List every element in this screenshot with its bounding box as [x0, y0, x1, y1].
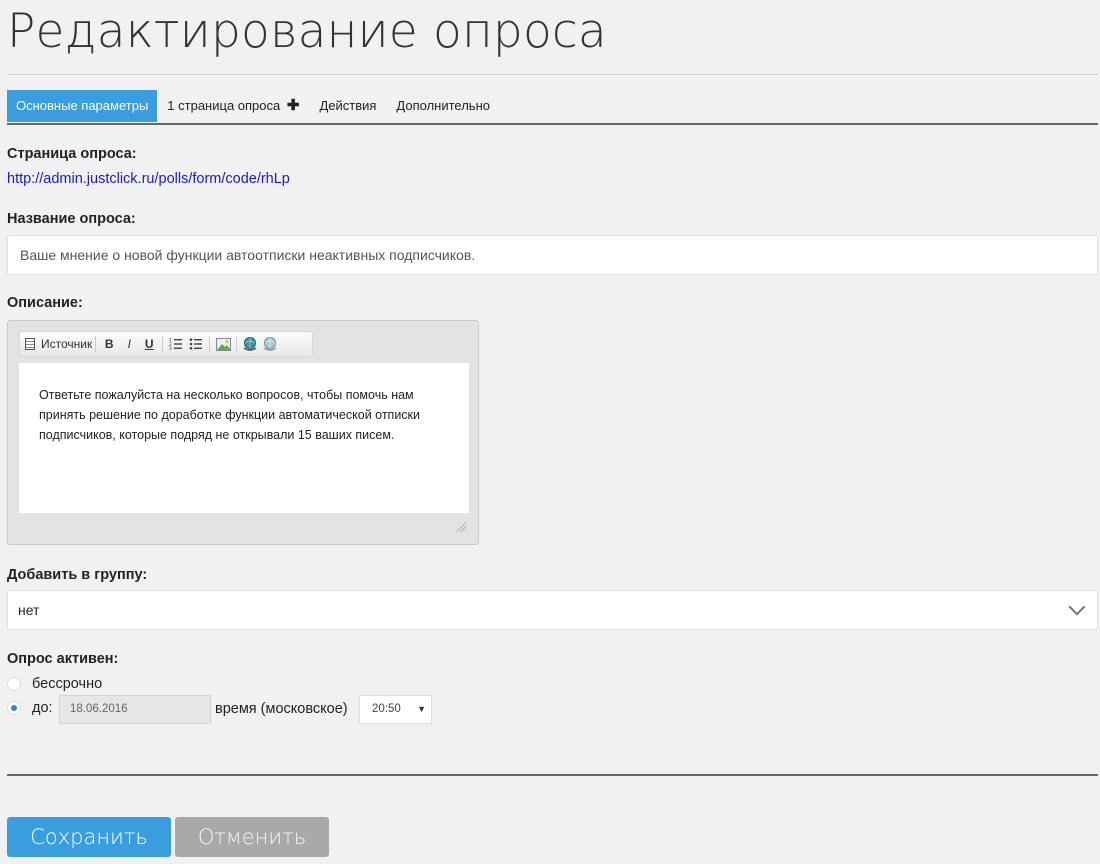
tab-additional[interactable]: Дополнительно: [386, 90, 500, 122]
source-button-label: Источник: [41, 337, 93, 351]
tab-additional-label: Дополнительно: [396, 98, 490, 113]
editor-toolbar: Источник B I U 123: [19, 331, 313, 357]
time-select-value: 20:50: [372, 703, 401, 715]
poll-active-label: Опрос активен:: [7, 651, 119, 667]
group-label: Добавить в группу:: [7, 567, 148, 583]
unordered-list-icon[interactable]: [186, 334, 206, 354]
unlink-icon[interactable]: [260, 334, 280, 354]
source-button[interactable]: Источник: [25, 334, 92, 354]
toolbar-separator: [162, 336, 164, 352]
poll-name-label: Название опроса:: [7, 211, 136, 227]
svg-text:3: 3: [169, 346, 172, 351]
tab-main-params-label: Основные параметры: [16, 98, 149, 113]
tab-actions-label: Действия: [319, 98, 377, 113]
save-button[interactable]: Сохранить: [7, 817, 171, 857]
poll-page-label: Страница опроса:: [7, 146, 137, 162]
tab-poll-page-1-label: 1 страница опроса: [167, 98, 281, 113]
link-icon[interactable]: [240, 334, 260, 354]
poll-page-link[interactable]: http://admin.justclick.ru/polls/form/cod…: [7, 171, 290, 187]
bold-button[interactable]: B: [99, 334, 119, 354]
description-editor: Источник B I U 123 Ответьте пожалуйста н…: [7, 320, 479, 545]
description-textarea[interactable]: Ответьте пожалуйста на несколько вопросо…: [19, 363, 469, 513]
description-label: Описание:: [7, 295, 83, 311]
title-divider: [7, 74, 1098, 75]
toolbar-separator: [95, 336, 97, 352]
radio-until-label: до:: [32, 700, 53, 716]
tab-bar: Основные параметры 1 страница опроса ✚ Д…: [7, 90, 1098, 125]
document-icon: [25, 338, 35, 350]
toolbar-separator: [209, 336, 211, 352]
cancel-button[interactable]: Отменить: [175, 817, 329, 857]
group-select[interactable]: нет: [7, 590, 1098, 630]
radio-forever-row: бессрочно: [7, 676, 102, 692]
dropdown-arrow-icon: ▼: [417, 704, 426, 714]
underline-button[interactable]: U: [139, 334, 159, 354]
tab-main-params[interactable]: Основные параметры: [7, 90, 158, 122]
time-select[interactable]: 20:50 ▼: [359, 695, 432, 724]
tab-actions[interactable]: Действия: [309, 90, 386, 122]
radio-forever-label: бессрочно: [32, 676, 103, 692]
chevron-down-icon: [1068, 598, 1086, 616]
end-date-input[interactable]: 18.06.2016: [59, 695, 211, 724]
image-icon[interactable]: [213, 334, 233, 354]
page-title: Редактирование опроса: [7, 4, 607, 59]
group-select-value: нет: [18, 602, 40, 618]
poll-name-input[interactable]: Ваше мнение о новой функции автоотписки …: [7, 235, 1098, 275]
resize-handle-icon[interactable]: [456, 522, 466, 532]
radio-until-row: до:: [7, 700, 53, 716]
toolbar-separator: [236, 336, 238, 352]
ordered-list-icon[interactable]: 123: [166, 334, 186, 354]
italic-button[interactable]: I: [119, 334, 139, 354]
time-label: время (московское): [215, 701, 348, 717]
radio-until[interactable]: [7, 701, 21, 715]
radio-forever[interactable]: [7, 677, 21, 691]
add-page-icon[interactable]: ✚: [287, 97, 300, 114]
form-divider: [7, 774, 1098, 776]
tab-poll-page-1[interactable]: 1 страница опроса ✚: [157, 90, 309, 122]
